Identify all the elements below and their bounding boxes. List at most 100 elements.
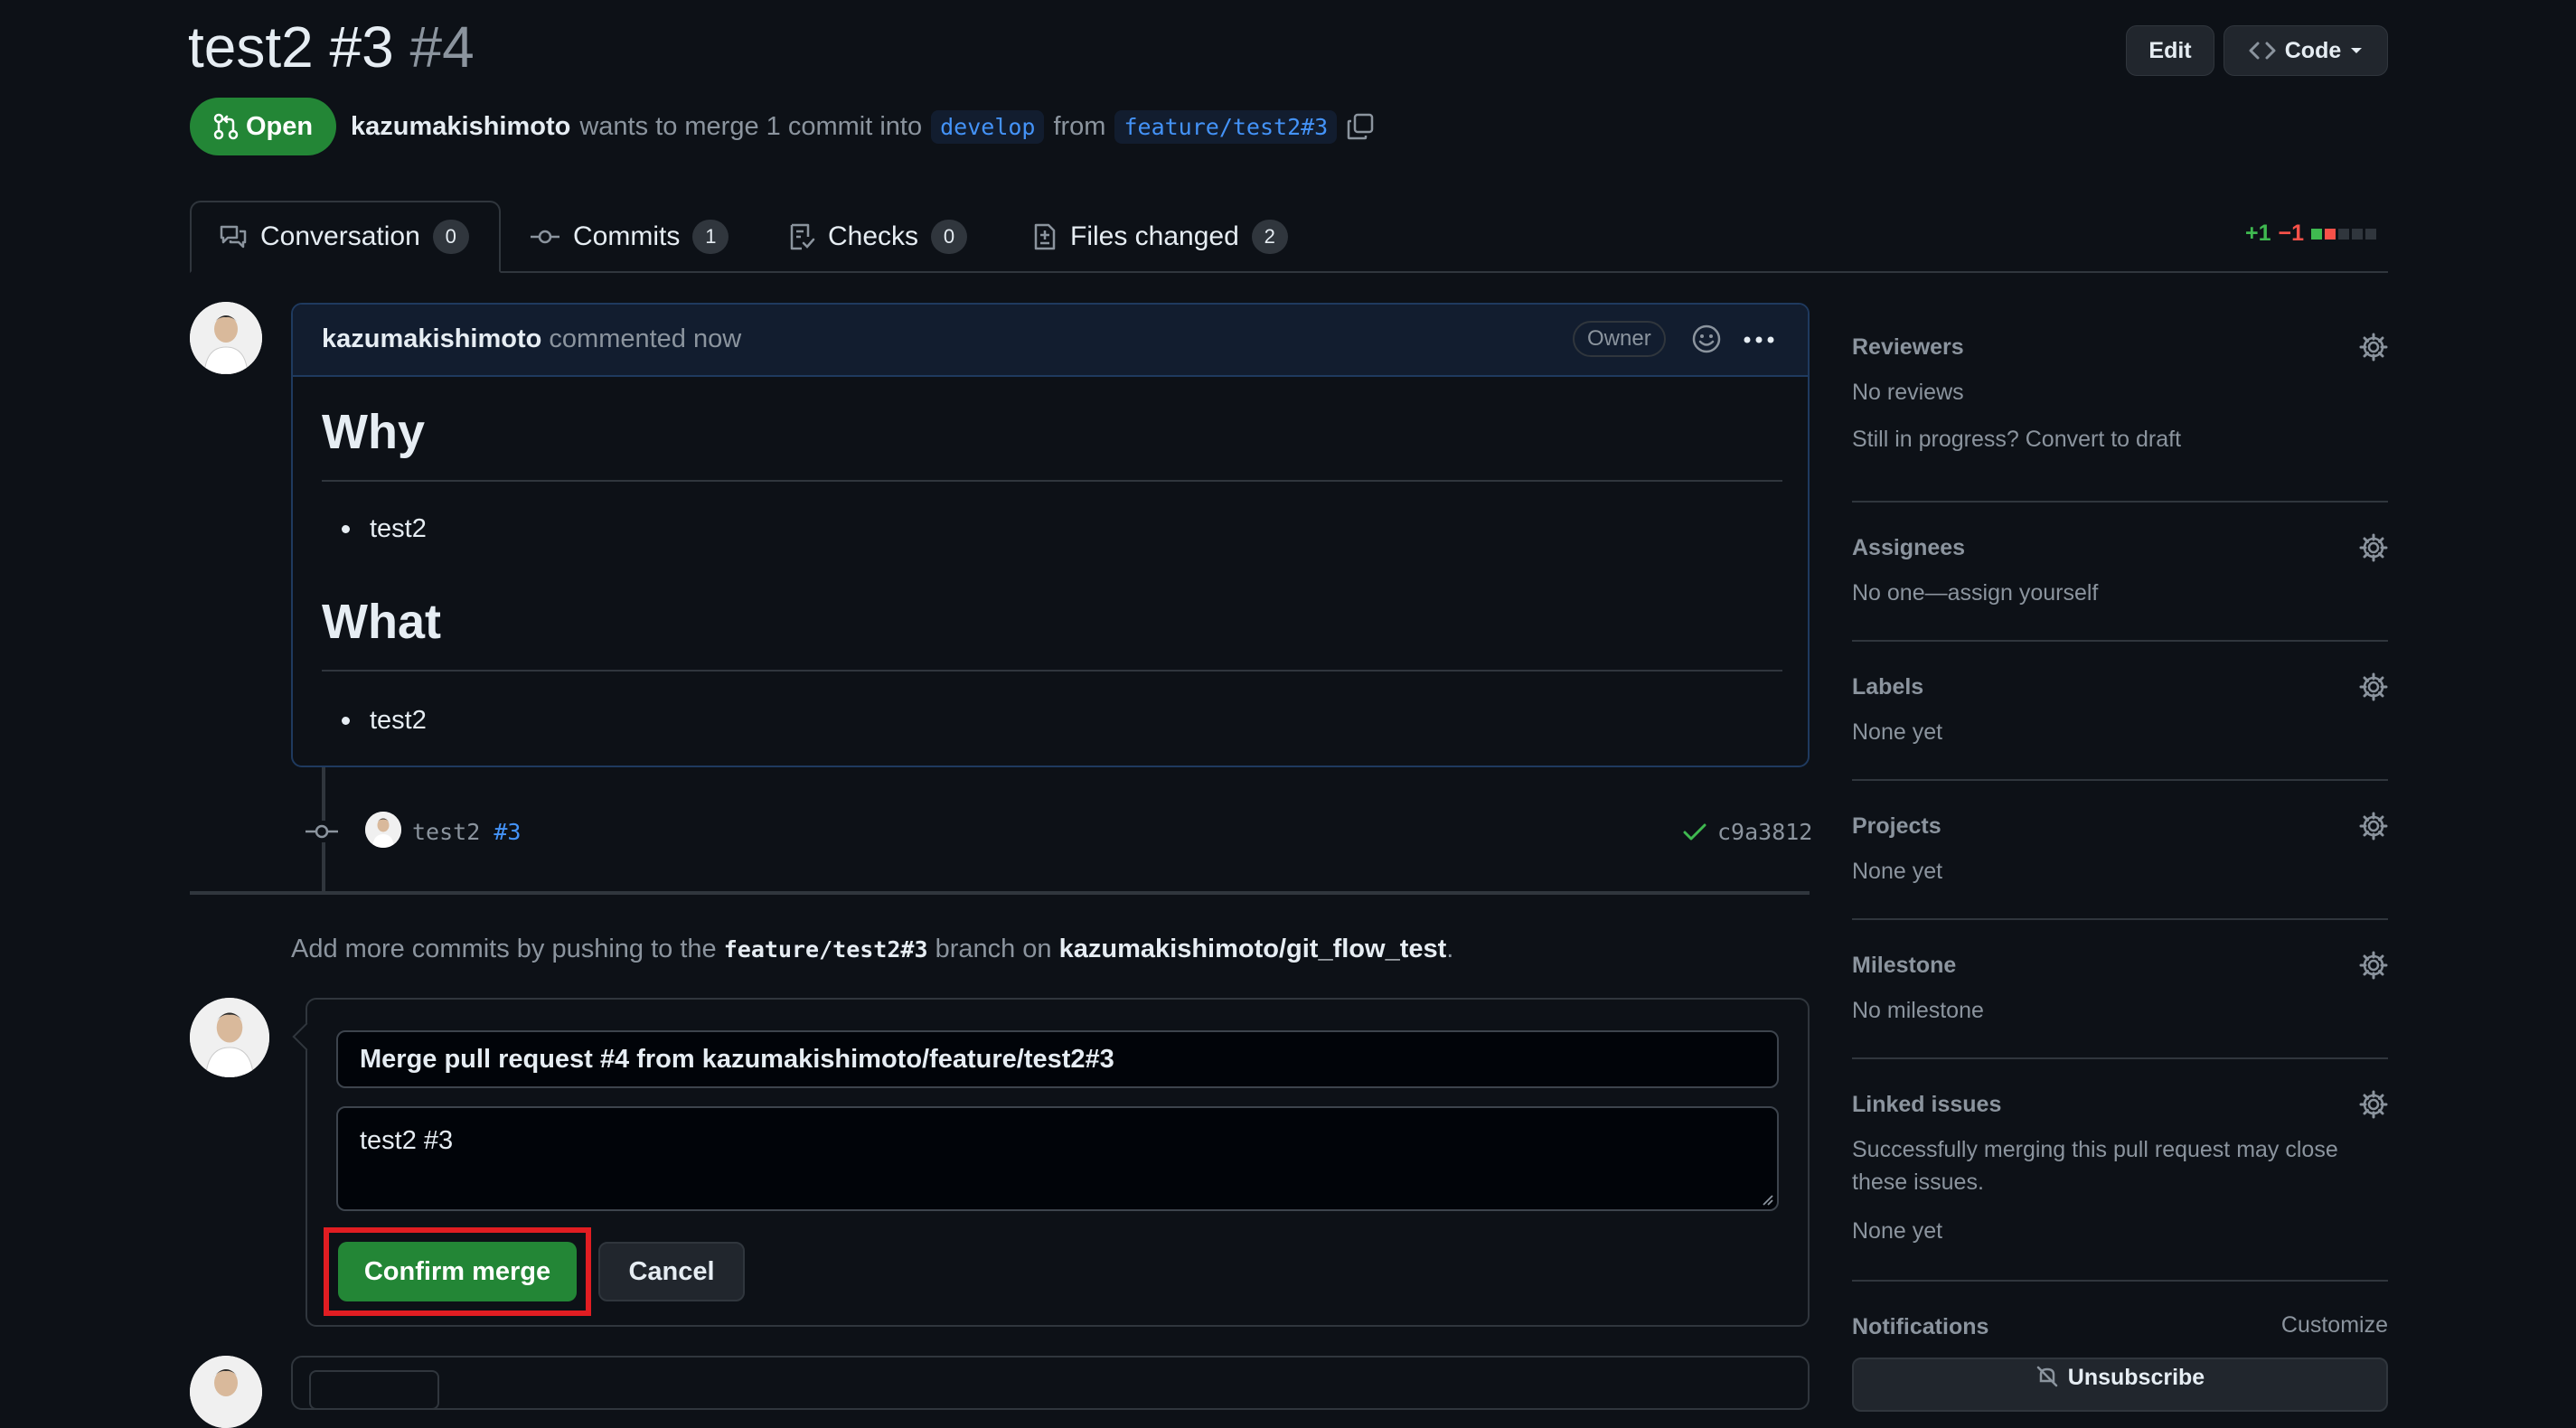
pr-title: test2 #3 #4 xyxy=(188,11,475,83)
pr-title-text: test2 #3 xyxy=(188,14,394,80)
gear-icon[interactable] xyxy=(2359,533,2388,562)
commit-author-avatar[interactable] xyxy=(365,812,401,848)
resize-handle-icon[interactable] xyxy=(1761,1193,1773,1206)
list-item: test2 xyxy=(342,514,427,544)
sidebar: Reviewers No reviews Still in progress? … xyxy=(1852,325,2388,1412)
list-item-text: test2 xyxy=(370,514,427,543)
timeline-end-divider xyxy=(190,891,1810,895)
unsubscribe-label: Unsubscribe xyxy=(2067,1365,2205,1390)
convert-to-draft-link[interactable]: Still in progress? Convert to draft xyxy=(1852,423,2181,456)
sidebar-divider xyxy=(1852,640,2388,642)
hint-middle: branch on xyxy=(935,935,1052,963)
edit-button-label: Edit xyxy=(2148,37,2192,63)
sidebar-reviewers-value: No reviews xyxy=(1852,380,1964,405)
assign-yourself-link[interactable]: No one—assign yourself xyxy=(1852,577,2098,609)
sidebar-heading-notifications: Notifications xyxy=(1852,1314,1989,1339)
merge-form: Merge pull request #4 from kazumakishimo… xyxy=(306,998,1810,1327)
base-branch[interactable]: develop xyxy=(931,109,1045,144)
file-diff-icon xyxy=(1032,222,1058,251)
avatar[interactable] xyxy=(190,1356,262,1428)
pr-action-text: wants to merge 1 commit into xyxy=(579,111,923,141)
diffstat-additions: +1 xyxy=(2245,221,2271,246)
tab-checks[interactable]: Checks 0 xyxy=(788,201,968,273)
sidebar-milestone-value: No milestone xyxy=(1852,998,1984,1023)
highlight-box xyxy=(324,1227,591,1316)
merge-body-text: test2 #3 xyxy=(360,1126,454,1155)
tab-counter: 0 xyxy=(931,220,968,254)
tab-commits[interactable]: Commits 1 xyxy=(530,201,729,273)
sidebar-divider xyxy=(1852,1057,2388,1059)
copy-icon[interactable] xyxy=(1346,112,1375,141)
owner-badge: Owner xyxy=(1573,321,1666,357)
sidebar-heading-projects[interactable]: Projects xyxy=(1852,813,1941,840)
body-heading-why: Why xyxy=(322,405,425,459)
cancel-button[interactable]: Cancel xyxy=(598,1242,745,1301)
tab-files-changed[interactable]: Files changed 2 xyxy=(1032,201,1288,273)
hint-prefix: Add more commits by pushing to the xyxy=(291,935,717,963)
from-text: from xyxy=(1053,111,1106,141)
heading-rule xyxy=(322,670,1782,672)
comment-header: kazumakishimoto commented now Owner xyxy=(293,305,1808,377)
gear-icon[interactable] xyxy=(2359,1090,2388,1119)
edit-button[interactable]: Edit xyxy=(2126,25,2214,76)
push-hint: Add more commits by pushing to the featu… xyxy=(291,935,1453,964)
caret-down-icon xyxy=(2350,46,2363,55)
tab-label: Commits xyxy=(573,221,681,251)
tab-conversation[interactable]: Conversation 0 xyxy=(190,201,501,273)
check-icon[interactable] xyxy=(1683,822,1706,842)
sidebar-labels-value: None yet xyxy=(1852,719,1943,745)
hint-repo-link[interactable]: kazumakishimoto/git_flow_test xyxy=(1059,935,1447,963)
kebab-horizontal-icon[interactable] xyxy=(1743,335,1775,344)
diffstat: +1 −1 xyxy=(2245,221,2377,247)
pr-description-comment: kazumakishimoto commented now Owner Why … xyxy=(291,303,1810,767)
gear-icon[interactable] xyxy=(2359,812,2388,841)
gear-icon[interactable] xyxy=(2359,951,2388,980)
sidebar-heading-labels[interactable]: Labels xyxy=(1852,674,1923,700)
timeline-commit: test2 #3 c9a3812 xyxy=(304,810,1812,855)
unsubscribe-button[interactable]: Unsubscribe xyxy=(1852,1358,2388,1412)
hint-suffix: . xyxy=(1446,935,1454,963)
sidebar-divider xyxy=(1852,779,2388,781)
comment-box-partial xyxy=(291,1356,1810,1410)
sidebar-heading-milestone[interactable]: Milestone xyxy=(1852,953,1956,979)
sidebar-divider xyxy=(1852,1280,2388,1282)
git-commit-icon xyxy=(304,821,340,842)
sidebar-heading-linked-issues[interactable]: Linked issues xyxy=(1852,1092,2001,1118)
pr-author-link[interactable]: kazumakishimoto xyxy=(351,112,570,142)
customize-notifications-link[interactable]: Customize xyxy=(2281,1309,2388,1341)
body-heading-what: What xyxy=(322,595,441,649)
merge-body-textarea[interactable]: test2 #3 xyxy=(336,1106,1779,1211)
hint-branch: feature/test2#3 xyxy=(723,936,928,963)
code-button[interactable]: Code xyxy=(2223,25,2388,76)
sidebar-divider xyxy=(1852,501,2388,503)
comment-discussion-icon xyxy=(219,223,248,250)
sidebar-divider xyxy=(1852,918,2388,920)
commit-sha-link[interactable]: c9a3812 xyxy=(1717,819,1812,845)
git-pull-request-icon xyxy=(213,113,239,140)
tab-counter: 2 xyxy=(1251,220,1288,254)
code-button-label: Code xyxy=(2284,37,2342,63)
commit-message[interactable]: test2 #3 xyxy=(412,819,521,845)
sidebar-heading-reviewers[interactable]: Reviewers xyxy=(1852,334,1964,361)
tab-counter: 1 xyxy=(692,220,729,254)
head-branch[interactable]: feature/test2#3 xyxy=(1114,109,1338,144)
gear-icon[interactable] xyxy=(2359,672,2388,701)
merge-title-input[interactable]: Merge pull request #4 from kazumakishimo… xyxy=(336,1030,1779,1088)
avatar[interactable] xyxy=(190,302,262,374)
avatar[interactable] xyxy=(190,998,269,1077)
write-tab-partial[interactable] xyxy=(309,1370,439,1410)
commit-message-text: test2 xyxy=(412,819,481,845)
diffstat-blocks xyxy=(2311,228,2377,240)
gear-icon[interactable] xyxy=(2359,333,2388,362)
tab-label: Files changed xyxy=(1070,221,1239,251)
comment-author[interactable]: kazumakishimoto xyxy=(322,324,541,353)
checklist-icon xyxy=(788,222,815,251)
linked-issues-description: Successfully merging this pull request m… xyxy=(1852,1137,2338,1195)
pr-number: #4 xyxy=(409,14,475,80)
smiley-icon[interactable] xyxy=(1690,323,1723,355)
git-commit-icon xyxy=(530,226,560,248)
commit-issue-link[interactable]: #3 xyxy=(494,819,521,845)
sidebar-heading-assignees[interactable]: Assignees xyxy=(1852,535,1965,561)
code-icon xyxy=(2249,40,2276,61)
sidebar-projects-value: None yet xyxy=(1852,859,1943,884)
